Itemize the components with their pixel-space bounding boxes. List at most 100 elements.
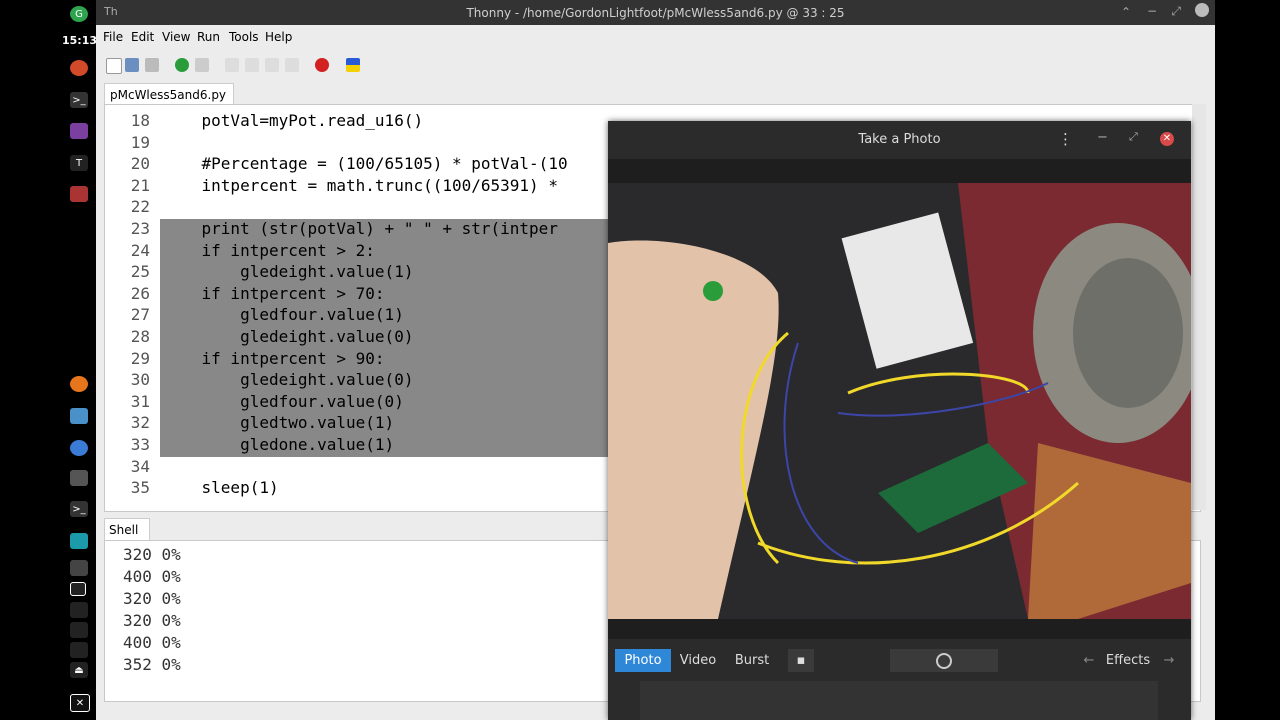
code-line[interactable]: if intpercent > 70: (163, 284, 385, 303)
camera-controls: Photo Video Burst ▪ ← Effects → (608, 639, 1191, 720)
code-line[interactable]: gledfour.value(1) (163, 305, 404, 324)
line-number: 30 (130, 370, 150, 390)
shutter-icon (936, 652, 952, 669)
paperclip-icon[interactable] (70, 642, 88, 658)
window-maximize-icon[interactable]: ⤢ (1171, 4, 1181, 19)
ukraine-flag-icon[interactable] (346, 58, 360, 72)
code-line[interactable]: intpercent = math.trunc((100/65391) * (163, 176, 558, 195)
editor-scrollbar[interactable] (1192, 104, 1206, 510)
toolbar (96, 49, 1215, 81)
code-line[interactable]: if intpercent > 2: (163, 241, 375, 260)
shell-output-line: 352 0% (123, 655, 181, 674)
run-icon[interactable] (175, 58, 189, 72)
network-icon[interactable] (70, 533, 88, 549)
menu-file[interactable]: File (103, 30, 123, 44)
camera-viewfinder (608, 183, 1191, 619)
settings-icon[interactable] (70, 470, 88, 486)
window-close-icon[interactable] (1195, 3, 1209, 17)
line-number: 22 (130, 197, 150, 217)
menu-run[interactable]: Run (197, 30, 220, 44)
shell-output-line: 320 0% (123, 611, 181, 630)
files-icon[interactable] (70, 408, 88, 424)
step-out-icon[interactable] (265, 58, 279, 72)
mode-burst-tab[interactable]: Burst (726, 649, 778, 672)
save-file-icon[interactable] (145, 58, 159, 72)
editor-tab-label: pMcWless5and6.py (110, 88, 227, 102)
line-number: 32 (130, 413, 150, 433)
mode-photo-tab[interactable]: Photo (615, 649, 671, 672)
debug-icon[interactable] (195, 58, 209, 72)
resume-icon[interactable] (285, 58, 299, 72)
window-shade-icon[interactable]: ⌃ (1121, 5, 1131, 19)
stop-icon[interactable] (315, 58, 329, 72)
effects-strip[interactable] (640, 681, 1158, 720)
camera-switch-icon[interactable]: ▪ (788, 649, 814, 672)
code-line[interactable]: gledeight.value(0) (163, 370, 413, 389)
shell-tab-label: Shell (109, 523, 139, 537)
line-number: 28 (130, 327, 150, 346)
package-icon[interactable] (70, 622, 88, 638)
shell-output-line: 400 0% (123, 567, 181, 586)
code-line[interactable]: gledone.value(1) (163, 435, 394, 454)
app-launcher-icon[interactable]: G (70, 6, 88, 22)
more-options-icon[interactable]: ⋮ (1058, 130, 1073, 148)
line-number: 34 (130, 456, 150, 476)
code-line[interactable]: print (str(potVal) + " " + str(intper (163, 219, 558, 238)
camera-maximize-icon[interactable]: ⤢ (1129, 130, 1138, 144)
close-session-icon[interactable]: ✕ (70, 694, 90, 712)
code-line[interactable]: sleep(1) (163, 478, 279, 497)
step-over-icon[interactable] (225, 58, 239, 72)
menu-edit[interactable]: Edit (131, 30, 154, 44)
viewfinder-image (608, 183, 1191, 619)
camera-minimize-icon[interactable]: − (1097, 130, 1108, 145)
shell-output-line: 320 0% (123, 545, 181, 564)
code-line[interactable]: #Percentage = (100/65105) * potVal-(10 (163, 154, 568, 173)
line-number: 35 (130, 478, 150, 498)
firefox-taskbar-icon[interactable] (70, 376, 88, 392)
code-line[interactable]: if intpercent > 90: (163, 349, 385, 368)
effects-next-icon[interactable]: → (1156, 649, 1182, 672)
editor-icon[interactable] (70, 123, 88, 139)
code-line[interactable]: gledtwo.value(1) (163, 413, 394, 432)
line-number: 21 (130, 175, 150, 195)
code-line[interactable]: gledeight.value(1) (163, 262, 413, 281)
camera-close-icon[interactable]: ✕ (1160, 132, 1174, 146)
line-number: 23 (130, 219, 150, 238)
window-title: Thonny - /home/GordonLightfoot/pMcWless5… (466, 6, 845, 20)
line-number: 27 (130, 305, 150, 325)
shell-output-line: 400 0% (123, 633, 181, 652)
mode-video-tab[interactable]: Video (674, 649, 722, 672)
code-line[interactable]: gledeight.value(0) (163, 327, 413, 346)
line-number: 31 (130, 391, 150, 411)
effects-prev-icon[interactable]: ← (1076, 649, 1102, 672)
window-icon[interactable] (70, 582, 86, 596)
editor-tab[interactable]: pMcWless5and6.py (104, 83, 234, 105)
terminal-taskbar-icon[interactable]: >_ (70, 501, 88, 517)
terminal-icon[interactable]: >_ (70, 92, 88, 108)
menu-tools[interactable]: Tools (229, 30, 259, 44)
menu-help[interactable]: Help (265, 30, 292, 44)
capture-button[interactable] (890, 649, 998, 672)
shell-tab[interactable]: Shell (104, 518, 150, 542)
chat-icon[interactable] (70, 440, 88, 456)
effects-label: Effects (1105, 653, 1151, 668)
eject-icon[interactable]: ⏏ (70, 662, 88, 678)
thonny-icon[interactable]: T (70, 155, 88, 171)
menu-view[interactable]: View (162, 30, 190, 44)
firefox-icon[interactable] (70, 60, 88, 76)
line-number: 19 (130, 132, 150, 152)
window-minimize-icon[interactable]: − (1147, 4, 1157, 18)
code-line[interactable]: potVal=myPot.read_u16() (163, 111, 424, 130)
new-file-icon[interactable] (106, 58, 122, 74)
line-number: 26 (130, 283, 150, 303)
code-line[interactable]: gledfour.value(0) (163, 392, 404, 411)
editor-tab-bar: pMcWless5and6.py (96, 81, 1215, 105)
step-into-icon[interactable] (245, 58, 259, 72)
camera-app-icon[interactable] (70, 186, 88, 202)
line-number: 18 (130, 111, 150, 130)
line-number: 29 (130, 348, 150, 368)
menu-bar: File Edit View Run Tools Help (96, 25, 1215, 49)
webcam-icon[interactable] (70, 602, 88, 618)
line-number: 25 (130, 262, 150, 282)
open-file-icon[interactable] (125, 58, 139, 72)
